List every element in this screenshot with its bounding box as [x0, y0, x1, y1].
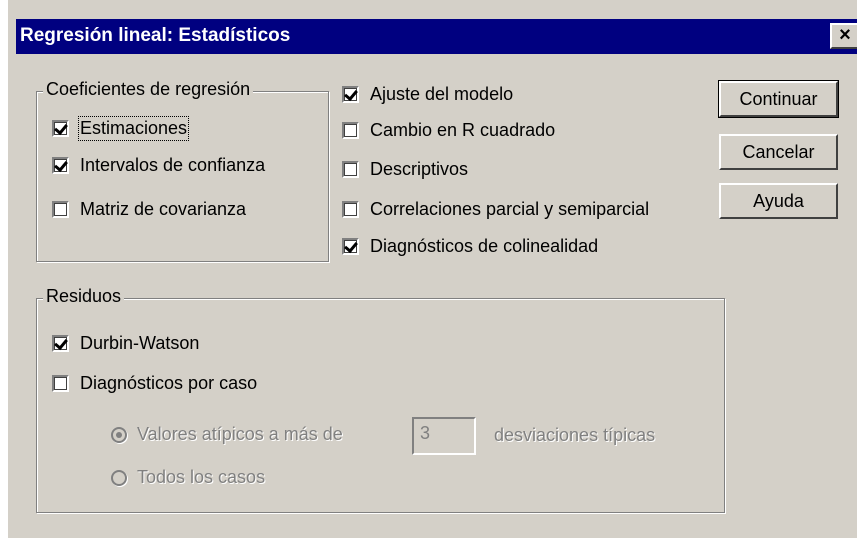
estimaciones-label: Estimaciones [77, 116, 190, 141]
checkbox-box[interactable] [342, 201, 359, 218]
todos-casos-label: Todos los casos [137, 467, 266, 487]
cancelar-button[interactable]: Cancelar [719, 134, 838, 170]
checkbox-box[interactable] [52, 335, 69, 352]
continuar-button[interactable]: Continuar [718, 80, 839, 118]
descriptivos-checkbox[interactable]: Descriptivos [342, 159, 468, 180]
close-button[interactable]: × [830, 23, 857, 49]
ajuste-modelo-label: Ajuste del modelo [370, 84, 514, 104]
checkbox-box[interactable] [342, 122, 359, 139]
todos-casos-radio[interactable]: Todos los casos [111, 467, 265, 488]
intervalos-label: Intervalos de confianza [80, 155, 266, 175]
diagnosticos-caso-label: Diagnósticos por caso [80, 373, 258, 393]
residuos-group-label: Residuos [43, 286, 125, 307]
matriz-covarianza-checkbox[interactable]: Matriz de covarianza [52, 199, 246, 220]
valores-atipicos-radio[interactable]: Valores atípicos a más de [111, 424, 343, 445]
matriz-covarianza-label: Matriz de covarianza [80, 199, 247, 219]
desviaciones-input[interactable]: 3 [412, 417, 476, 455]
radio-button[interactable] [111, 469, 127, 486]
cambio-r-checkbox[interactable]: Cambio en R cuadrado [342, 120, 555, 141]
ajuste-modelo-checkbox[interactable]: Ajuste del modelo [342, 84, 513, 105]
checkbox-box[interactable] [342, 161, 359, 178]
desviaciones-suffix: desviaciones típicas [494, 425, 656, 445]
coeficientes-group: Coeficientes de regresión [36, 79, 329, 262]
correlaciones-checkbox[interactable]: Correlaciones parcial y semiparcial [342, 199, 649, 220]
checkbox-box[interactable] [342, 86, 359, 103]
checkbox-box[interactable] [52, 120, 69, 137]
close-icon: × [839, 24, 851, 46]
checkbox-box[interactable] [52, 201, 69, 218]
descriptivos-label: Descriptivos [370, 159, 469, 179]
coeficientes-group-label: Coeficientes de regresión [43, 79, 254, 100]
checkbox-box[interactable] [52, 157, 69, 174]
colinealidad-checkbox[interactable]: Diagnósticos de colinealidad [342, 236, 598, 257]
correlaciones-label: Correlaciones parcial y semiparcial [370, 199, 650, 219]
cambio-r-label: Cambio en R cuadrado [370, 120, 556, 140]
ayuda-button[interactable]: Ayuda [719, 183, 838, 219]
estimaciones-checkbox[interactable]: Estimaciones [52, 116, 190, 141]
radio-button[interactable] [111, 426, 127, 443]
diagnosticos-caso-checkbox[interactable]: Diagnósticos por caso [52, 373, 257, 394]
intervalos-checkbox[interactable]: Intervalos de confianza [52, 155, 265, 176]
colinealidad-label: Diagnósticos de colinealidad [370, 236, 599, 256]
valores-atipicos-label: Valores atípicos a más de [137, 424, 343, 444]
durbin-watson-checkbox[interactable]: Durbin-Watson [52, 333, 199, 354]
checkbox-box[interactable] [342, 238, 359, 255]
checkbox-box[interactable] [52, 375, 69, 392]
title-bar[interactable]: Regresión lineal: Estadísticos × [16, 19, 857, 54]
dialog-title: Regresión lineal: Estadísticos [20, 25, 291, 46]
statistics-dialog: Regresión lineal: Estadísticos × Coefici… [0, 0, 857, 538]
durbin-watson-label: Durbin-Watson [80, 333, 200, 353]
